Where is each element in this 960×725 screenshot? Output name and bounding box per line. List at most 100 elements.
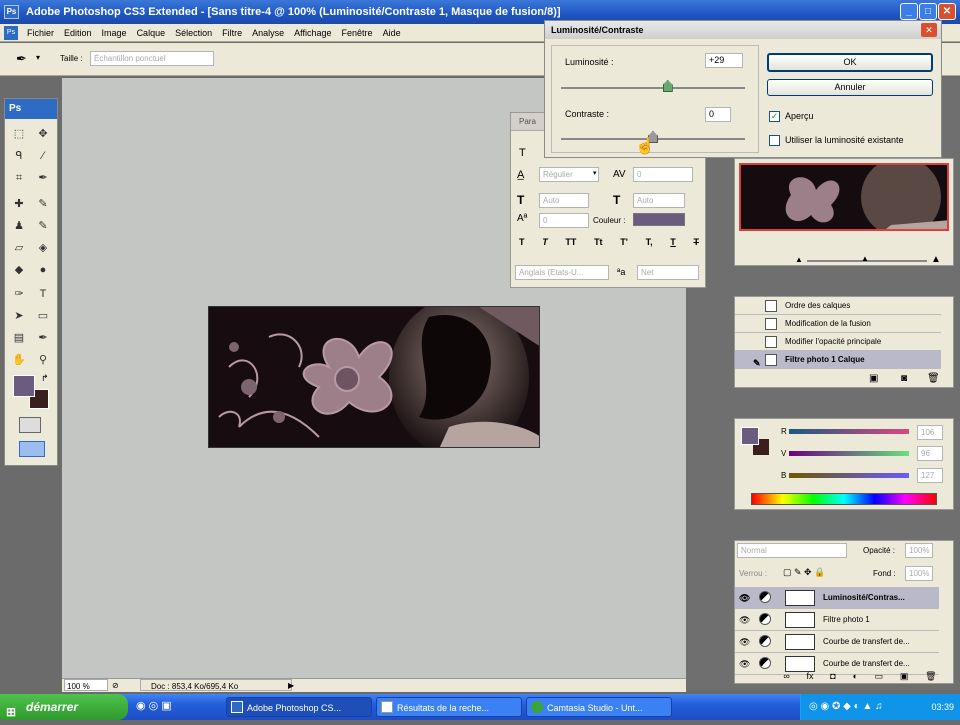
language-select[interactable]: Anglais (Etats-U... xyxy=(515,265,609,280)
crop-tool-icon[interactable]: ⌗ xyxy=(9,169,29,187)
new-adjustment-icon[interactable]: ◐ xyxy=(852,671,857,683)
task-photoshop[interactable]: Adobe Photoshop CS... xyxy=(226,697,372,717)
menu-filtre[interactable]: Filtre xyxy=(217,28,247,38)
layer-row[interactable]: 👁 Courbe de transfert de... xyxy=(735,631,939,653)
delete-state-icon[interactable]: 🗑 xyxy=(927,373,940,384)
new-group-icon[interactable]: ▭ xyxy=(875,671,884,683)
underline-button[interactable]: T xyxy=(670,237,676,253)
horizontal-scale-field[interactable]: Auto xyxy=(633,193,685,208)
brightness-field[interactable]: +29 xyxy=(705,53,743,68)
text-color-swatch[interactable] xyxy=(633,213,685,226)
foreground-color-swatch[interactable] xyxy=(13,375,35,397)
task-browser[interactable]: Résultats de la reche... xyxy=(376,697,522,717)
red-slider[interactable] xyxy=(789,429,909,434)
navigator-slider-thumb[interactable]: ▲ xyxy=(861,254,869,263)
document-image[interactable] xyxy=(208,306,540,448)
sample-size-select[interactable]: Échantillon ponctuel xyxy=(90,51,214,66)
layer-mask-thumbnail[interactable] xyxy=(785,656,815,672)
menu-image[interactable]: Image xyxy=(97,28,132,38)
green-slider[interactable] xyxy=(789,451,909,456)
visibility-eye-icon[interactable]: 👁 xyxy=(739,631,750,653)
zoom-out-icon[interactable]: ▲ xyxy=(795,255,803,264)
visibility-eye-icon[interactable]: 👁 xyxy=(739,609,750,631)
quick-mask-icon[interactable] xyxy=(19,417,41,433)
swap-colors-icon[interactable]: ↱ xyxy=(41,373,49,384)
small-caps-button[interactable]: Tt xyxy=(594,237,603,253)
pen-tool-icon[interactable]: ✑ xyxy=(9,285,29,303)
new-layer-icon[interactable]: ▣ xyxy=(900,671,909,683)
quicklaunch-icon[interactable]: ◉ ◎ ▣ xyxy=(136,699,172,712)
layer-mask-thumbnail[interactable] xyxy=(785,634,815,650)
blue-slider[interactable] xyxy=(789,473,909,478)
layer-style-icon[interactable]: fx xyxy=(807,671,814,683)
anti-alias-select[interactable]: Net xyxy=(637,265,699,280)
eyedropper-tool-icon[interactable]: ✒ xyxy=(33,169,53,187)
healing-brush-tool-icon[interactable]: ✚ xyxy=(9,195,29,213)
subscript-button[interactable]: T, xyxy=(646,237,653,253)
hand-tool-icon[interactable]: ✋ xyxy=(9,351,29,369)
menu-fichier[interactable]: Fichier xyxy=(22,28,59,38)
ps-menu-icon[interactable]: Ps xyxy=(4,25,18,40)
color-spectrum-ramp[interactable] xyxy=(751,493,937,505)
tracking-field[interactable]: 0 xyxy=(633,167,693,182)
toolbox-header[interactable]: Ps xyxy=(5,99,57,119)
contrast-field[interactable]: 0 xyxy=(705,107,731,122)
history-item[interactable]: Ordre des calques xyxy=(735,297,941,315)
tray-icons[interactable]: ◎ ◉ ✪ ◆ ◐ ▲ ♫ xyxy=(809,694,883,720)
task-camtasia[interactable]: Camtasia Studio - Unt... xyxy=(526,697,672,717)
zoom-field[interactable]: 100 % xyxy=(64,679,108,691)
eyedropper2-tool-icon[interactable]: ✒ xyxy=(33,329,53,347)
status-menu-arrow-icon[interactable]: ▶ xyxy=(288,679,294,692)
minimize-icon[interactable]: _ xyxy=(900,3,918,20)
move-tool-icon[interactable]: ✥ xyxy=(33,125,53,143)
history-brush-source-icon[interactable]: ✎ xyxy=(753,354,761,372)
history-brush-tool-icon[interactable]: ✎ xyxy=(33,217,53,235)
tab-paragraph[interactable]: Para xyxy=(519,117,536,126)
layer-mask-thumbnail[interactable] xyxy=(785,590,815,606)
menu-fenetre[interactable]: Fenêtre xyxy=(337,28,378,38)
baseline-field[interactable]: 0 xyxy=(539,213,589,228)
notes-tool-icon[interactable]: ▤ xyxy=(9,329,29,347)
layer-mask-thumbnail[interactable] xyxy=(785,612,815,628)
close-icon[interactable]: ✕ xyxy=(938,3,956,20)
maximize-icon[interactable]: □ xyxy=(919,3,937,20)
screen-mode-icon[interactable] xyxy=(19,441,45,457)
menu-selection[interactable]: Sélection xyxy=(170,28,217,38)
ok-button[interactable]: OK xyxy=(767,53,933,72)
layer-row[interactable]: 👁 Filtre photo 1 xyxy=(735,609,939,631)
magic-wand-tool-icon[interactable]: ⁄ xyxy=(33,147,53,165)
clone-stamp-tool-icon[interactable]: ♟ xyxy=(9,217,29,235)
font-style-chevron-icon[interactable]: ▾ xyxy=(593,169,597,177)
start-button[interactable]: ⊞ démarrer xyxy=(0,694,128,720)
brightness-slider-track[interactable] xyxy=(561,87,745,89)
menu-aide[interactable]: Aide xyxy=(378,28,406,38)
red-value[interactable]: 106 xyxy=(917,425,943,440)
faux-italic-button[interactable]: T xyxy=(542,237,548,253)
cancel-button[interactable]: Annuler xyxy=(767,79,933,96)
menu-calque[interactable]: Calque xyxy=(132,28,171,38)
lasso-tool-icon[interactable]: ᑫ xyxy=(9,147,29,165)
blur-tool-icon[interactable]: ◆ xyxy=(9,261,29,279)
blend-mode-select[interactable]: Normal xyxy=(737,543,847,558)
strikethrough-button[interactable]: T xyxy=(693,237,699,253)
history-item[interactable]: Modification de la fusion xyxy=(735,315,941,333)
green-value[interactable]: 96 xyxy=(917,446,943,461)
link-layers-icon[interactable]: ∞ xyxy=(783,671,789,683)
shape-tool-icon[interactable]: ▭ xyxy=(33,307,53,325)
color-fg-swatch[interactable] xyxy=(741,427,759,445)
opacity-field[interactable]: 100% xyxy=(905,543,933,558)
superscript-button[interactable]: T' xyxy=(620,237,628,253)
add-mask-icon[interactable]: ◘ xyxy=(830,671,835,683)
preview-checkbox[interactable]: ✓ xyxy=(769,111,780,122)
eyedropper-icon[interactable]: ✒ xyxy=(16,51,27,67)
new-document-from-state-icon[interactable]: ▣ xyxy=(869,373,878,384)
navigator-preview[interactable] xyxy=(739,163,949,231)
dodge-tool-icon[interactable]: ● xyxy=(33,261,53,279)
lock-icons[interactable]: ▢ ✎ ✥ 🔒 xyxy=(783,567,825,578)
all-caps-button[interactable]: TT xyxy=(565,237,576,253)
clock[interactable]: 03:39 xyxy=(931,702,954,712)
menu-analyse[interactable]: Analyse xyxy=(247,28,289,38)
font-style-select[interactable]: Régulier xyxy=(539,167,599,182)
paint-bucket-tool-icon[interactable]: ◈ xyxy=(33,239,53,257)
fill-field[interactable]: 100% xyxy=(905,566,933,581)
